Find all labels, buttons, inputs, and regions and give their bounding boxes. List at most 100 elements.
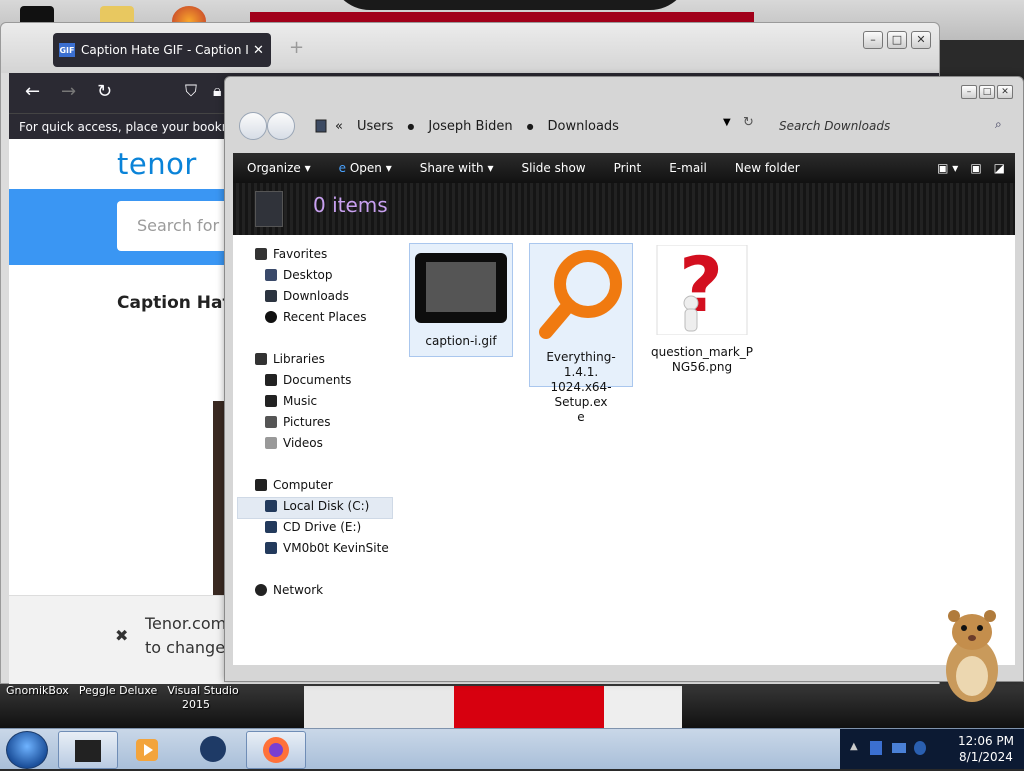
volume-icon[interactable] <box>914 741 926 755</box>
address-bar: « Users ● Joseph Biden ● Downloads ▼ ↻ S… <box>225 103 1023 151</box>
desktop-wallpaper-fragment <box>304 686 682 728</box>
clock[interactable]: 12:06 PM 8/1/2024 <box>958 733 1014 765</box>
tray-app-icon[interactable] <box>870 741 882 755</box>
tray-expand-icon[interactable]: ▲ <box>850 741 858 752</box>
share-with-button[interactable]: Share with ▾ <box>406 161 508 175</box>
nav-desktop[interactable]: Desktop <box>265 265 333 285</box>
lock-icon[interactable]: 🔒︎ <box>213 81 222 101</box>
nav-computer[interactable]: Computer <box>255 475 333 495</box>
forward-icon[interactable]: → <box>61 81 76 102</box>
breadcrumb-user[interactable]: Joseph Biden <box>428 119 512 134</box>
command-bar: Organize ▾ e Open ▾ Share with ▾ Slide s… <box>233 153 1015 183</box>
back-button[interactable] <box>239 112 267 140</box>
search-icon[interactable]: ⌕ <box>995 117 1002 132</box>
close-button[interactable]: ✕ <box>997 85 1013 99</box>
taskbar-item[interactable] <box>184 731 242 767</box>
nav-network[interactable]: Network <box>255 580 323 600</box>
preview-pane-icon[interactable]: ▣ <box>970 161 981 175</box>
folder-header: 0 items <box>233 183 1015 235</box>
taskbar-item[interactable] <box>246 731 306 769</box>
file-item[interactable]: caption-i.gif <box>409 243 513 357</box>
maximize-button[interactable]: □ <box>979 85 995 99</box>
open-button[interactable]: e Open ▾ <box>325 161 406 175</box>
nav-favorites[interactable]: Favorites <box>255 244 327 264</box>
downloads-folder-icon <box>255 191 283 227</box>
start-button[interactable] <box>6 731 48 769</box>
cookie-text: Tenor.com to change <box>145 612 226 660</box>
network-icon[interactable] <box>892 743 906 753</box>
organize-button[interactable]: Organize ▾ <box>233 161 325 175</box>
taskbar-item[interactable] <box>118 731 176 767</box>
file-item[interactable]: ? question_mark_P NG56.png <box>651 240 753 374</box>
media-player-icon <box>136 739 158 761</box>
minimize-button[interactable]: – <box>961 85 977 99</box>
back-icon[interactable]: ← <box>25 81 40 102</box>
file-name: caption-i.gif <box>425 334 497 348</box>
cookie-text-line: to change <box>145 638 226 657</box>
breadcrumb-overflow[interactable]: « <box>335 119 343 134</box>
forward-button[interactable] <box>267 112 295 140</box>
clock-date: 8/1/2024 <box>959 750 1013 764</box>
nav-label: Desktop <box>283 268 333 282</box>
email-button[interactable]: E-mail <box>655 161 721 175</box>
breadcrumb: « Users ● Joseph Biden ● Downloads <box>335 115 619 137</box>
file-name: NG56.png <box>671 360 733 374</box>
nav-music[interactable]: Music <box>265 391 317 411</box>
slide-show-button[interactable]: Slide show <box>507 161 599 175</box>
tenor-logo[interactable]: tenor <box>117 147 197 181</box>
help-icon[interactable]: ◪ <box>994 161 1005 175</box>
computer-icon <box>315 119 327 133</box>
breadcrumb-users[interactable]: Users <box>357 119 393 134</box>
nav-videos[interactable]: Videos <box>265 433 323 453</box>
dropdown-arrow-icon[interactable]: ▼ <box>723 117 731 128</box>
browser-tab[interactable]: GIF Caption Hate GIF - Caption I Hate ✕ <box>53 33 271 67</box>
window-controls: – □ ✕ <box>961 85 1013 99</box>
shield-icon[interactable]: ⛉ <box>185 81 197 101</box>
breadcrumb-downloads[interactable]: Downloads <box>548 119 619 134</box>
new-folder-button[interactable]: New folder <box>721 161 814 175</box>
music-icon <box>265 395 277 407</box>
libraries-icon <box>255 353 267 365</box>
cd-drive-icon <box>265 521 277 533</box>
star-icon <box>255 248 267 260</box>
breadcrumb-separator-icon[interactable]: ● <box>527 122 534 131</box>
nav-recent-places[interactable]: Recent Places <box>265 307 366 327</box>
nav-local-disk[interactable]: Local Disk (C:) <box>265 496 369 516</box>
maximize-button[interactable]: □ <box>887 31 907 49</box>
file-name: e <box>577 410 585 424</box>
taskbar-item[interactable] <box>58 731 118 769</box>
desktop-icon <box>265 269 277 281</box>
nav-pictures[interactable]: Pictures <box>265 412 331 432</box>
print-button[interactable]: Print <box>600 161 656 175</box>
nav-label: Music <box>283 394 318 408</box>
reload-icon[interactable]: ↻ <box>97 81 112 102</box>
nav-label: Favorites <box>273 247 328 261</box>
nav-label: Libraries <box>273 352 325 366</box>
close-button[interactable]: ✕ <box>911 31 931 49</box>
desktop-icon-label[interactable]: GnomikBox <box>6 684 69 697</box>
everything-search-icon <box>539 250 622 339</box>
view-options-icon[interactable]: ▣ ▾ <box>937 161 958 175</box>
videos-icon <box>265 437 277 449</box>
desktop-icon-label[interactable]: Visual Studio <box>167 684 238 697</box>
recent-places-icon <box>265 311 277 323</box>
nav-documents[interactable]: Documents <box>265 370 351 390</box>
desktop-icon-label[interactable]: Peggle Deluxe <box>79 684 158 697</box>
nav-downloads[interactable]: Downloads <box>265 286 349 306</box>
question-mark-thumbnail: ? <box>656 240 748 336</box>
nav-network-share[interactable]: VM0b0t KevinSite <box>265 538 389 558</box>
new-tab-icon[interactable]: + <box>289 37 304 58</box>
breadcrumb-separator-icon[interactable]: ● <box>407 122 414 131</box>
search-input[interactable]: Search Downloads <box>773 115 1011 137</box>
nav-libraries[interactable]: Libraries <box>255 349 325 369</box>
explorer-window: – □ ✕ « Users ● Joseph Biden ● Downloads… <box>224 76 1024 682</box>
file-item[interactable]: Everything-1.4.1. 1024.x64-Setup.ex e <box>529 243 633 424</box>
close-icon[interactable]: ✖ <box>115 626 128 645</box>
minimize-button[interactable]: – <box>863 31 883 49</box>
nav-cd-drive[interactable]: CD Drive (E:) <box>265 517 361 537</box>
close-tab-icon[interactable]: ✕ <box>253 43 264 58</box>
refresh-icon[interactable]: ↻ <box>743 115 754 130</box>
nav-label: Recent Places <box>283 310 367 324</box>
pictures-icon <box>265 416 277 428</box>
share-label: Share with <box>419 161 484 175</box>
